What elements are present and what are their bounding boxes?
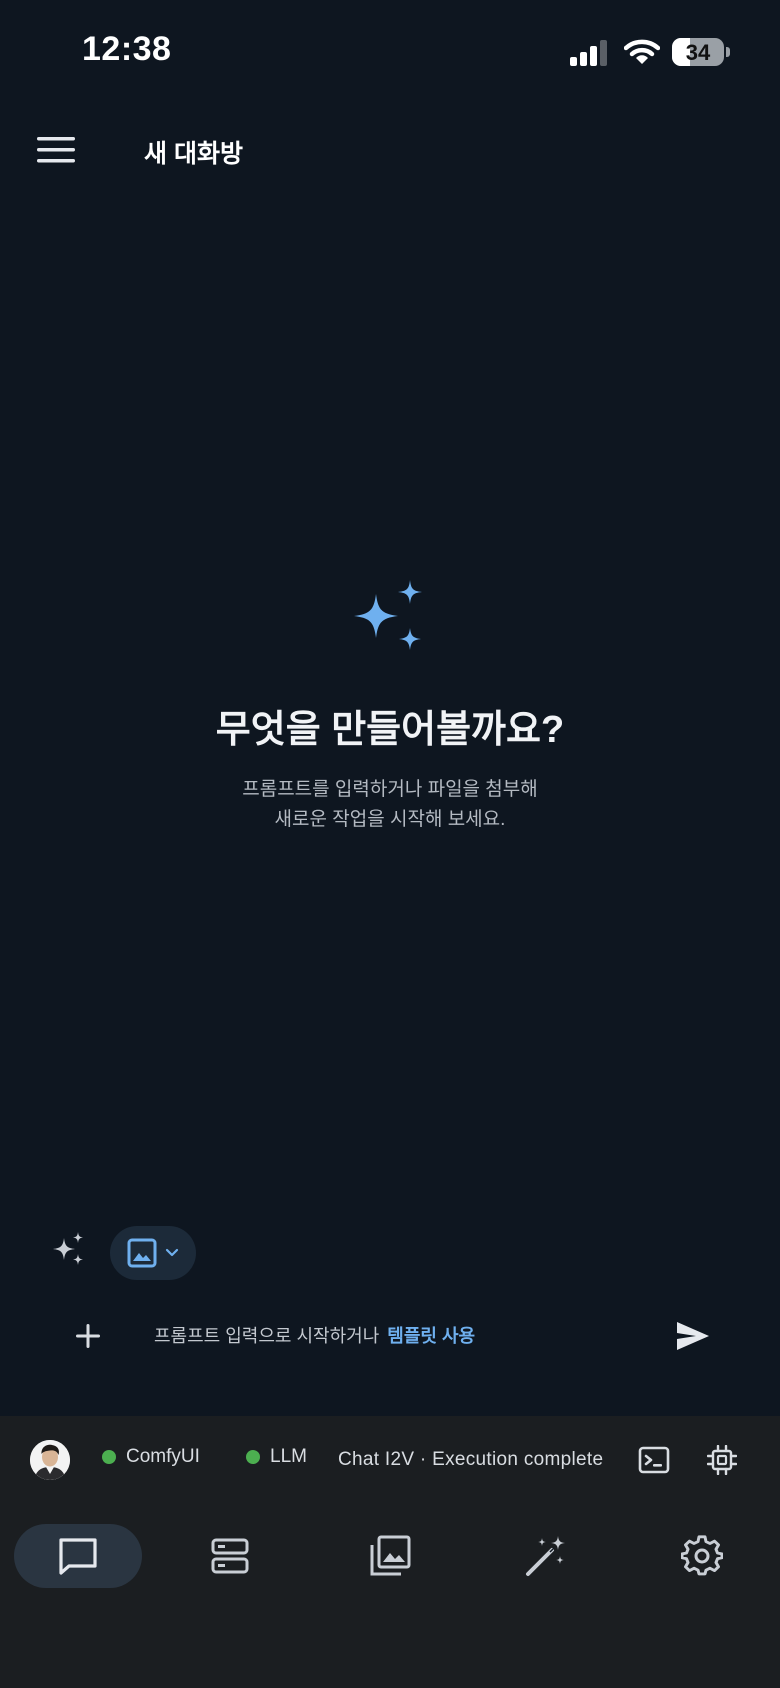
page-title: 새 대화방	[144, 140, 243, 168]
empty-heading: 무엇을 만들어볼까요?	[215, 709, 565, 751]
magic-wand-icon	[526, 1536, 565, 1576]
plus-icon	[76, 1324, 100, 1348]
chat-bubble-icon	[59, 1538, 97, 1575]
gear-icon	[681, 1535, 723, 1576]
status-bar: 12:38 34	[0, 0, 780, 100]
bottom-panel: ComfyUI LLM Chat I2V · Execution complet…	[0, 1416, 780, 1688]
app-header: 새 대화방	[0, 100, 780, 200]
status-dot	[246, 1450, 260, 1464]
empty-subtitle-line: 프롬프트를 입력하거나 파일을 첨부해	[242, 779, 538, 800]
comfyui-status: ComfyUI	[102, 1446, 200, 1468]
sparkle-tool-button[interactable]	[44, 1224, 94, 1274]
tab-magic[interactable]	[482, 1524, 610, 1588]
tab-chat[interactable]	[14, 1524, 142, 1588]
empty-state: 무엇을 만들어볼까요? 프롬프트를 입력하거나 파일을 첨부해 새로운 작업을 …	[0, 580, 780, 835]
prompt-input[interactable]: 프롬프트 입력으로 시작하거나 템플릿 사용	[154, 1322, 475, 1348]
cellular-signal-icon	[570, 40, 607, 66]
use-template-link[interactable]: 템플릿 사용	[387, 1326, 475, 1346]
status-strip: ComfyUI LLM Chat I2V · Execution complet…	[0, 1416, 780, 1504]
tab-servers[interactable]	[166, 1524, 294, 1588]
terminal-button[interactable]	[632, 1438, 676, 1482]
battery-indicator: 34	[672, 38, 724, 66]
prompt-placeholder: 프롬프트 입력으로 시작하거나	[154, 1326, 380, 1346]
empty-subtitle: 프롬프트를 입력하거나 파일을 첨부해 새로운 작업을 시작해 보세요.	[0, 775, 780, 835]
empty-subtitle-line: 새로운 작업을 시작해 보세요.	[274, 809, 506, 830]
tab-gallery[interactable]	[326, 1524, 454, 1588]
llm-status: LLM	[246, 1446, 307, 1468]
send-button[interactable]	[666, 1310, 720, 1362]
chevron-down-icon	[165, 1248, 179, 1257]
send-icon	[677, 1322, 709, 1350]
battery-tip	[726, 47, 730, 57]
tab-settings[interactable]	[638, 1524, 766, 1588]
execution-status: Chat I2V · Execution complete	[338, 1449, 604, 1470]
terminal-icon	[638, 1446, 670, 1474]
media-type-select[interactable]	[110, 1226, 196, 1280]
status-time: 12:38	[82, 30, 172, 68]
llm-label: LLM	[270, 1446, 307, 1467]
menu-button[interactable]	[30, 124, 82, 176]
hamburger-menu-icon	[37, 137, 75, 163]
wifi-icon	[624, 39, 660, 64]
gallery-icon	[370, 1535, 411, 1576]
server-icon	[211, 1538, 249, 1574]
sparkles-icon	[53, 1232, 83, 1265]
sparkles-icon	[354, 580, 422, 650]
comfyui-label: ComfyUI	[126, 1446, 200, 1467]
avatar[interactable]	[30, 1440, 70, 1480]
cpu-chip-icon	[707, 1445, 737, 1475]
tab-bar	[0, 1524, 780, 1594]
add-attachment-button[interactable]	[62, 1310, 114, 1362]
status-dot	[102, 1450, 116, 1464]
user-avatar-image	[30, 1440, 70, 1480]
cpu-chip-button[interactable]	[700, 1438, 744, 1482]
battery-level: 34	[685, 40, 711, 65]
composer: 프롬프트 입력으로 시작하거나 템플릿 사용	[0, 1300, 780, 1370]
image-icon	[127, 1238, 157, 1268]
